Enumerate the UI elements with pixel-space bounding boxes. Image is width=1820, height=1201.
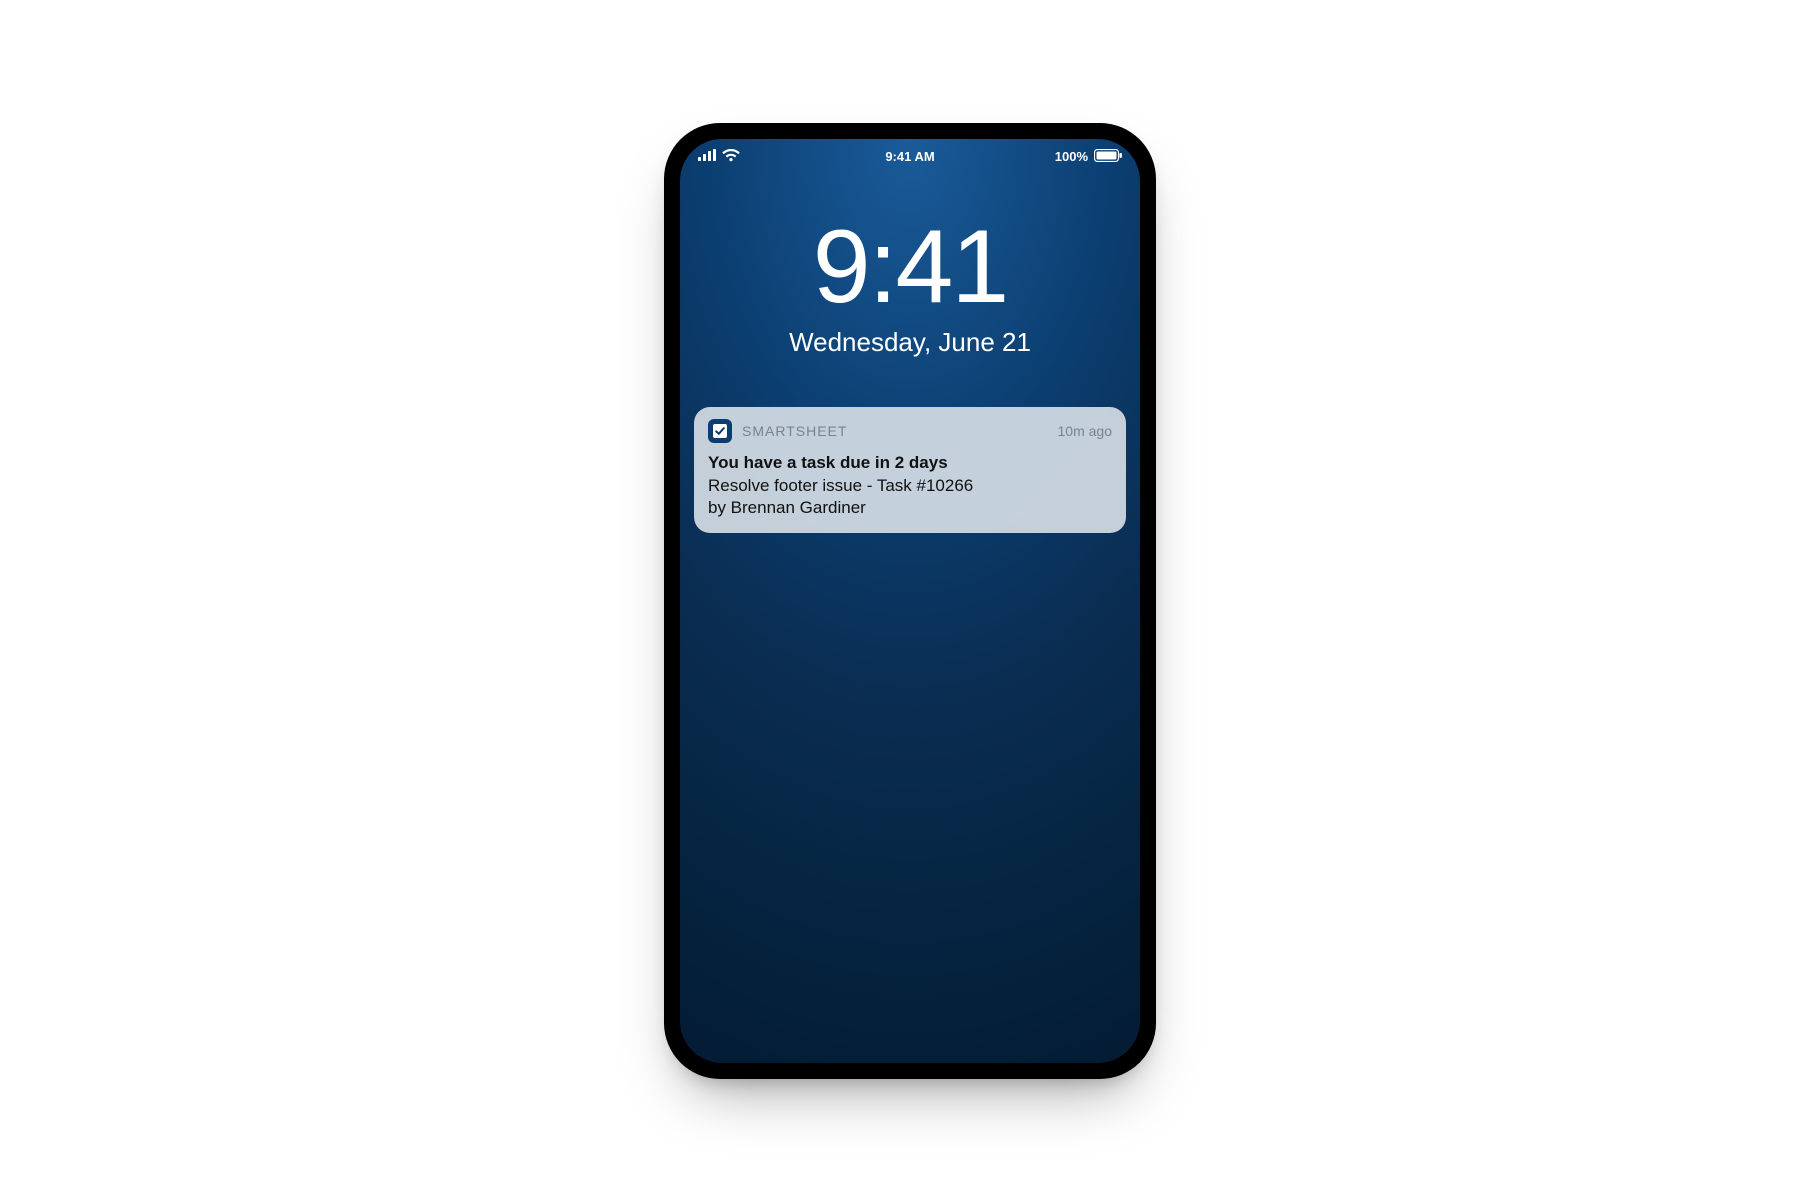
phone-frame: 9:41 AM 100% 9:41 Wednesday, June 21 xyxy=(664,123,1156,1079)
wifi-icon xyxy=(722,149,740,165)
notification-body-line1: Resolve footer issue - Task #10266 xyxy=(708,476,973,495)
smartsheet-app-icon xyxy=(708,419,732,443)
notification-header: SMARTSHEET 10m ago xyxy=(708,419,1112,443)
lock-screen-clock-area: 9:41 Wednesday, June 21 xyxy=(680,215,1140,358)
battery-icon xyxy=(1094,149,1122,165)
notification-timestamp: 10m ago xyxy=(1058,423,1112,439)
lock-date: Wednesday, June 21 xyxy=(680,327,1140,358)
status-right: 100% xyxy=(1055,149,1122,165)
canvas: 9:41 AM 100% 9:41 Wednesday, June 21 xyxy=(0,0,1820,1201)
phone-screen: 9:41 AM 100% 9:41 Wednesday, June 21 xyxy=(680,139,1140,1063)
notification-app-name: SMARTSHEET xyxy=(742,423,1048,439)
status-bar: 9:41 AM 100% xyxy=(680,139,1140,175)
notification-body-line2: by Brennan Gardiner xyxy=(708,498,866,517)
signal-icon xyxy=(698,149,716,164)
notification-card[interactable]: SMARTSHEET 10m ago You have a task due i… xyxy=(694,407,1126,533)
status-left xyxy=(698,149,740,165)
notification-title: You have a task due in 2 days xyxy=(708,453,1112,473)
battery-text: 100% xyxy=(1055,149,1088,164)
lock-time: 9:41 xyxy=(680,215,1140,319)
notification-body: Resolve footer issue - Task #10266 by Br… xyxy=(708,475,1112,519)
